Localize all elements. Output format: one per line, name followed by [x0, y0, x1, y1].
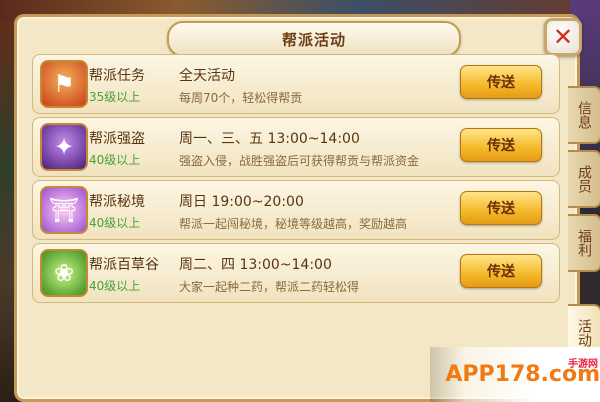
- watermark-sub: 手游网: [568, 359, 598, 370]
- site-watermark: 手游网 APP178.com: [430, 347, 600, 402]
- banner-icon: ⚑: [40, 60, 88, 108]
- activity-row-robber: ✦ 帮派强盗 40级以上 周一、三、五 13:00~14:00 强盗入侵，战胜强…: [32, 117, 560, 177]
- activity-level: 40级以上: [89, 216, 141, 230]
- activity-time: 全天活动: [179, 68, 235, 84]
- pagoda-icon: ⛩: [40, 186, 88, 234]
- panel-title: 帮派活动: [281, 30, 346, 49]
- thief-icon: ✦: [40, 123, 88, 171]
- activity-level: 40级以上: [89, 279, 141, 293]
- close-button[interactable]: ✕: [544, 18, 582, 56]
- activity-row-secret-realm: ⛩ 帮派秘境 40级以上 周日 19:00~20:00 帮派一起闯秘境，秘境等级…: [32, 180, 560, 240]
- activity-desc: 大家一起种二药，帮派二药轻松得: [179, 280, 360, 294]
- activity-row-task: ⚑ 帮派任务 35级以上 全天活动 每周70个，轻松得帮贡 传送: [32, 54, 560, 114]
- teleport-button[interactable]: 传送: [460, 65, 542, 99]
- activity-time: 周二、四 13:00~14:00: [179, 257, 332, 273]
- herb-icon: ❀: [40, 249, 88, 297]
- activity-name: 帮派任务: [89, 68, 145, 84]
- tab-members[interactable]: 成员: [568, 150, 600, 208]
- activity-name: 帮派百草谷: [89, 257, 159, 273]
- activity-desc: 强盗入侵，战胜强盗后可获得帮贡与帮派资金: [179, 154, 420, 168]
- activity-row-herb-valley: ❀ 帮派百草谷 40级以上 周二、四 13:00~14:00 大家一起种二药，帮…: [32, 243, 560, 303]
- activity-level: 35级以上: [89, 90, 141, 104]
- teleport-button[interactable]: 传送: [460, 191, 542, 225]
- activity-name: 帮派秘境: [89, 194, 145, 210]
- activity-desc: 每周70个，轻松得帮贡: [179, 91, 303, 105]
- activity-level: 40级以上: [89, 153, 141, 167]
- side-tab-bar: 信息 成员 福利 活动: [568, 86, 600, 368]
- activity-time: 周日 19:00~20:00: [179, 194, 304, 210]
- title-bar: 帮派活动: [167, 21, 461, 57]
- tab-welfare[interactable]: 福利: [568, 214, 600, 272]
- activity-list: ⚑ 帮派任务 35级以上 全天活动 每周70个，轻松得帮贡 传送 ✦ 帮派强盗 …: [32, 54, 560, 306]
- activity-time: 周一、三、五 13:00~14:00: [179, 131, 360, 147]
- activity-desc: 帮派一起闯秘境，秘境等级越高，奖励越高: [179, 217, 408, 231]
- teleport-button[interactable]: 传送: [460, 254, 542, 288]
- activity-name: 帮派强盗: [89, 131, 145, 147]
- teleport-button[interactable]: 传送: [460, 128, 542, 162]
- tab-info[interactable]: 信息: [568, 86, 600, 144]
- close-icon: ✕: [552, 23, 574, 51]
